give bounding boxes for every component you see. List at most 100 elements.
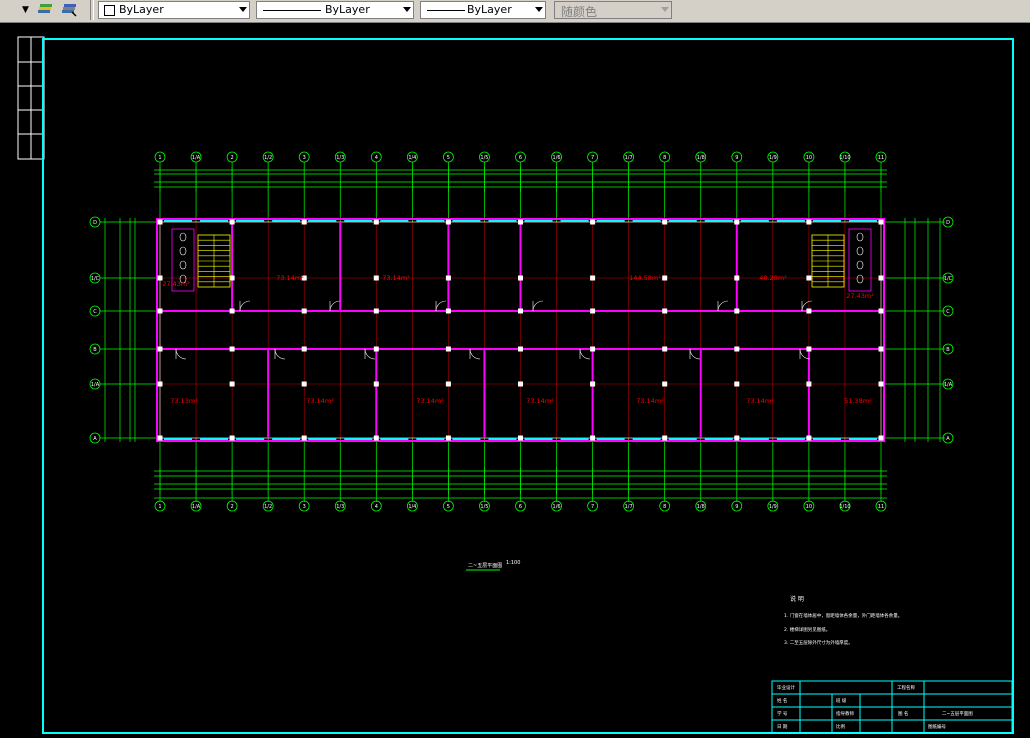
toilet-fixture <box>856 260 864 270</box>
column <box>229 219 235 225</box>
note-1: 1. 门窗在墙体居中，窗距墙体各余量，外门距墙体各余量。 <box>784 614 903 619</box>
properties-toolbar: ▼ ByLayer ByLayer ByLayer 随颜色 <box>0 0 1030 23</box>
grid-label: 1/4 <box>408 504 416 510</box>
layer-states-icon[interactable] <box>60 2 78 18</box>
column <box>806 308 812 314</box>
grid-label: 2 <box>231 504 234 510</box>
door-swing <box>274 348 286 360</box>
tb-scale-label: 比例 <box>836 725 845 730</box>
lineweight-combo[interactable]: ByLayer <box>420 1 546 19</box>
grid-label: 1/5 <box>480 504 488 510</box>
door-swing <box>579 348 591 360</box>
grid-label: 1/9 <box>769 504 777 510</box>
toilet-fixture <box>179 260 187 270</box>
grid-label: 1/4 <box>408 155 416 161</box>
column <box>445 435 451 441</box>
grid-label: 10 <box>806 155 812 161</box>
grid-label: A <box>93 436 97 442</box>
drawing-canvas[interactable]: 1 1 1/A 1/A 2 2 1/2 1/2 3 3 1/3 1/3 4 4 1/4 1/4 5 5 1/5 1/5… <box>0 22 1030 738</box>
tb-id-label: 学 号 <box>777 712 788 717</box>
grid-label: D <box>93 220 97 226</box>
chevron-down-icon[interactable] <box>239 7 247 12</box>
room-area: 73.14m² <box>746 397 774 405</box>
tb-drawing-name: 二~五层平面图 <box>942 712 973 717</box>
column <box>734 219 740 225</box>
column <box>373 381 379 387</box>
grid-label: B <box>93 347 97 353</box>
room-area: 73.14m² <box>526 397 554 405</box>
cad-drawing: 111/A1/A221/21/2331/31/3441/41/4551/51/5… <box>17 36 1014 734</box>
grid-label: 1/3 <box>336 504 344 510</box>
door-swing <box>435 300 447 312</box>
column <box>878 346 884 352</box>
color-combo[interactable]: ByLayer <box>98 1 250 19</box>
grid-label: 5 <box>447 504 450 510</box>
column <box>878 435 884 441</box>
door-swing <box>469 348 481 360</box>
column <box>590 219 596 225</box>
grid-label: 3 <box>303 155 306 161</box>
door-swing <box>364 348 376 360</box>
room-area: 51.38m² <box>844 397 872 405</box>
room-area: 73.14m² <box>382 274 410 282</box>
column <box>229 381 235 387</box>
room-area: 27.43m² <box>162 280 190 288</box>
grid-label: 7 <box>591 155 594 161</box>
grid-label: 1/2 <box>264 155 272 161</box>
column <box>662 435 668 441</box>
column <box>518 381 523 387</box>
column <box>229 435 235 441</box>
column <box>373 219 379 225</box>
column <box>373 346 379 352</box>
column <box>301 308 307 314</box>
grid-label: 6 <box>519 504 522 510</box>
grid-label: 11 <box>878 504 884 510</box>
color-swatch <box>104 5 115 16</box>
column <box>806 435 812 441</box>
column <box>445 308 451 314</box>
column <box>590 275 596 281</box>
grid-label: 1/A <box>192 155 201 161</box>
grid-label: 1/7 <box>625 504 633 510</box>
dropdown-arrow-icon[interactable]: ▼ <box>22 5 29 21</box>
grid-label: 11 <box>878 155 884 161</box>
column <box>157 308 163 314</box>
tb-number-label: 图纸编号 <box>928 725 946 730</box>
grid-label: 1/A <box>192 504 201 510</box>
toilet-fixture <box>856 246 864 256</box>
grid-label: 1/C <box>91 276 100 282</box>
grid-label: 9 <box>735 155 738 161</box>
grid-label: C <box>946 309 950 315</box>
chevron-down-icon <box>661 7 669 12</box>
column <box>878 381 884 387</box>
color-value: ByLayer <box>119 3 164 16</box>
plotstyle-combo: 随颜色 <box>554 1 672 19</box>
column <box>445 346 451 352</box>
column <box>662 308 668 314</box>
column <box>157 219 163 225</box>
chevron-down-icon[interactable] <box>535 7 543 12</box>
linetype-value: ByLayer <box>325 3 370 16</box>
column <box>806 346 812 352</box>
room-area: 48.28m² <box>759 274 787 282</box>
column <box>518 219 523 225</box>
column <box>734 435 740 441</box>
grid-label: 1/A <box>91 382 100 388</box>
column <box>301 219 307 225</box>
chevron-down-icon[interactable] <box>403 7 411 12</box>
grid-label: 4 <box>375 504 378 510</box>
tb-project-name-label: 工程名称 <box>897 686 915 691</box>
plan-title: 二~五层平面图 <box>468 563 503 569</box>
linetype-combo[interactable]: ByLayer <box>256 1 414 19</box>
grid-label: 2 <box>231 155 234 161</box>
column <box>590 435 596 441</box>
column <box>734 308 740 314</box>
plan-scale: 1:100 <box>506 560 521 566</box>
lineweight-sample <box>427 10 465 11</box>
column <box>229 346 235 352</box>
room-area: 73.14m² <box>276 274 304 282</box>
grid-label: 1/9 <box>769 155 777 161</box>
room-area: 73.14m² <box>416 397 444 405</box>
layer-previous-icon[interactable] <box>36 2 54 18</box>
grid-label: 3 <box>303 504 306 510</box>
